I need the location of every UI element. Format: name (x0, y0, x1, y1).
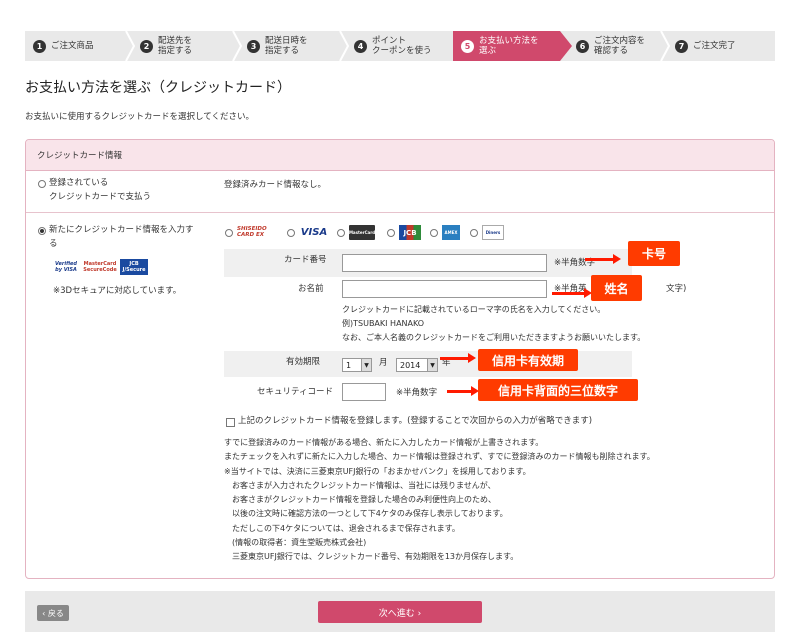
step-1: 1 ご注文商品 (25, 31, 135, 61)
step-number: 2 (140, 39, 153, 53)
expiry-month-unit: 月 (379, 358, 388, 368)
visa-logo: VISA (300, 226, 328, 238)
brand-radio-jcb[interactable] (387, 229, 395, 237)
annotation-card-number: 卡号 (628, 241, 680, 266)
brand-radio-shiseido[interactable] (225, 229, 233, 237)
step-number: 6 (576, 39, 589, 53)
security-code-input[interactable] (342, 383, 386, 401)
security-code-label: セキュリティコード (257, 387, 333, 397)
footer-bar: ‹ 戻る 次へ進む › (25, 591, 775, 632)
registered-card-value: 登録済みカード情報なし。 (224, 180, 327, 190)
chevron-right-icon (339, 31, 349, 61)
annotation-security-code: 信用卡背面的三位数字 (478, 379, 638, 401)
annotation-name: 姓名 (591, 275, 642, 301)
name-label: お名前 (298, 284, 324, 294)
step-number: 1 (33, 39, 46, 53)
chevron-right-icon (232, 31, 242, 61)
step-number: 3 (247, 39, 260, 53)
checkout-steps: 1 ご注文商品 2 配送先を 指定する 3 配送日時を 指定する 4 ポイント … (25, 31, 775, 61)
step-7: 7 ご注文完了 (667, 31, 775, 61)
brand-radio-diners[interactable] (470, 229, 478, 237)
card-storage-notes: すでに登録済みのカード情報がある場合、新たに入力したカード情報が上書きされます。… (224, 438, 655, 562)
step-4: 4 ポイント クーポンを使う (346, 31, 453, 61)
step-label: 配送先を 指定する (158, 36, 193, 56)
page-title: お支払い方法を選ぶ（クレジットカード） (25, 80, 291, 96)
step-label: ご注文完了 (693, 41, 736, 51)
credit-card-panel: クレジットカード情報 登録されている クレジットカードで支払う 登録済みカード情… (25, 139, 775, 579)
back-button[interactable]: ‹ 戻る (37, 605, 69, 621)
step-label: ご注文内容を 確認する (594, 36, 646, 56)
annotation-arrow (440, 353, 476, 363)
mastercard-logo: MasterCard (349, 225, 375, 240)
brand-radio-mastercard[interactable] (337, 229, 345, 237)
step-label: 配送日時を 指定する (265, 36, 308, 56)
step-label: ポイント クーポンを使う (372, 36, 432, 56)
name-note-tail: 文字) (666, 284, 687, 294)
active-step-arrow (560, 31, 572, 61)
expiry-month-select[interactable]: 1 ▼ (342, 358, 372, 372)
page-intro: お支払いに使用するクレジットカードを選択してください。 (25, 112, 254, 122)
step-5-current: 5 お支払い方法を 選ぶ (453, 31, 572, 61)
amex-logo: AMEX (442, 225, 460, 240)
step-label: ご注文商品 (51, 41, 94, 51)
annotation-arrow (447, 386, 479, 396)
dropdown-arrow-icon: ▼ (427, 359, 437, 371)
card-number-label: カード番号 (284, 255, 327, 265)
new-card-radio[interactable] (38, 227, 46, 235)
card-number-input[interactable] (342, 254, 547, 272)
panel-header: クレジットカード情報 (26, 140, 774, 171)
secure-note: ※3Dセキュアに対応しています。 (53, 286, 182, 296)
annotation-arrow (585, 254, 621, 264)
register-card-label: 上記のクレジットカード情報を登録します。(登録することで次回からの入力が省略でき… (238, 416, 593, 426)
step-6: 6 ご注文内容を 確認する (560, 31, 670, 61)
registered-card-label: 登録されている クレジットカードで支払う (49, 178, 152, 202)
brand-radio-amex[interactable] (430, 229, 438, 237)
step-label: お支払い方法を 選ぶ (479, 36, 539, 56)
next-button[interactable]: 次へ進む › (318, 601, 482, 623)
shiseido-card-logo: SHISEIDO CARD EX (237, 226, 267, 238)
registered-card-radio[interactable] (38, 180, 46, 188)
brand-radio-visa[interactable] (287, 229, 295, 237)
chevron-right-icon (125, 31, 135, 61)
annotation-expiry: 信用卡有效期 (478, 349, 578, 371)
step-2: 2 配送先を 指定する (132, 31, 242, 61)
diners-logo: Diners (482, 225, 504, 240)
verified-by-visa-logo: Verified by VISA (55, 261, 77, 273)
chevron-right-icon (660, 31, 670, 61)
jcb-logo: JCB (399, 225, 421, 240)
name-help: クレジットカードに記載されているローマ字の氏名を入力してください。 例)TSUB… (342, 305, 646, 342)
expiry-year-select[interactable]: 2014 ▼ (396, 358, 438, 372)
registered-card-row: 登録されている クレジットカードで支払う 登録済みカード情報なし。 (26, 171, 774, 213)
new-card-label: 新たにクレジットカード情報を入力す る (49, 225, 194, 249)
jcb-jsecure-logo: JCB J/Secure (120, 259, 148, 275)
security-code-note: ※半角数字 (396, 388, 438, 398)
name-input[interactable] (342, 280, 547, 298)
secure-logos: Verified by VISA MasterCard SecureCode J… (52, 259, 152, 275)
annotation-arrow (552, 288, 592, 298)
dropdown-arrow-icon: ▼ (361, 359, 371, 371)
step-3: 3 配送日時を 指定する (239, 31, 349, 61)
expiry-label: 有効期限 (286, 357, 321, 367)
step-number: 7 (675, 39, 688, 53)
step-number: 4 (354, 39, 367, 53)
step-number: 5 (461, 39, 474, 53)
mastercard-securecode-logo: MasterCard SecureCode (83, 261, 117, 273)
register-card-checkbox[interactable] (226, 418, 235, 427)
